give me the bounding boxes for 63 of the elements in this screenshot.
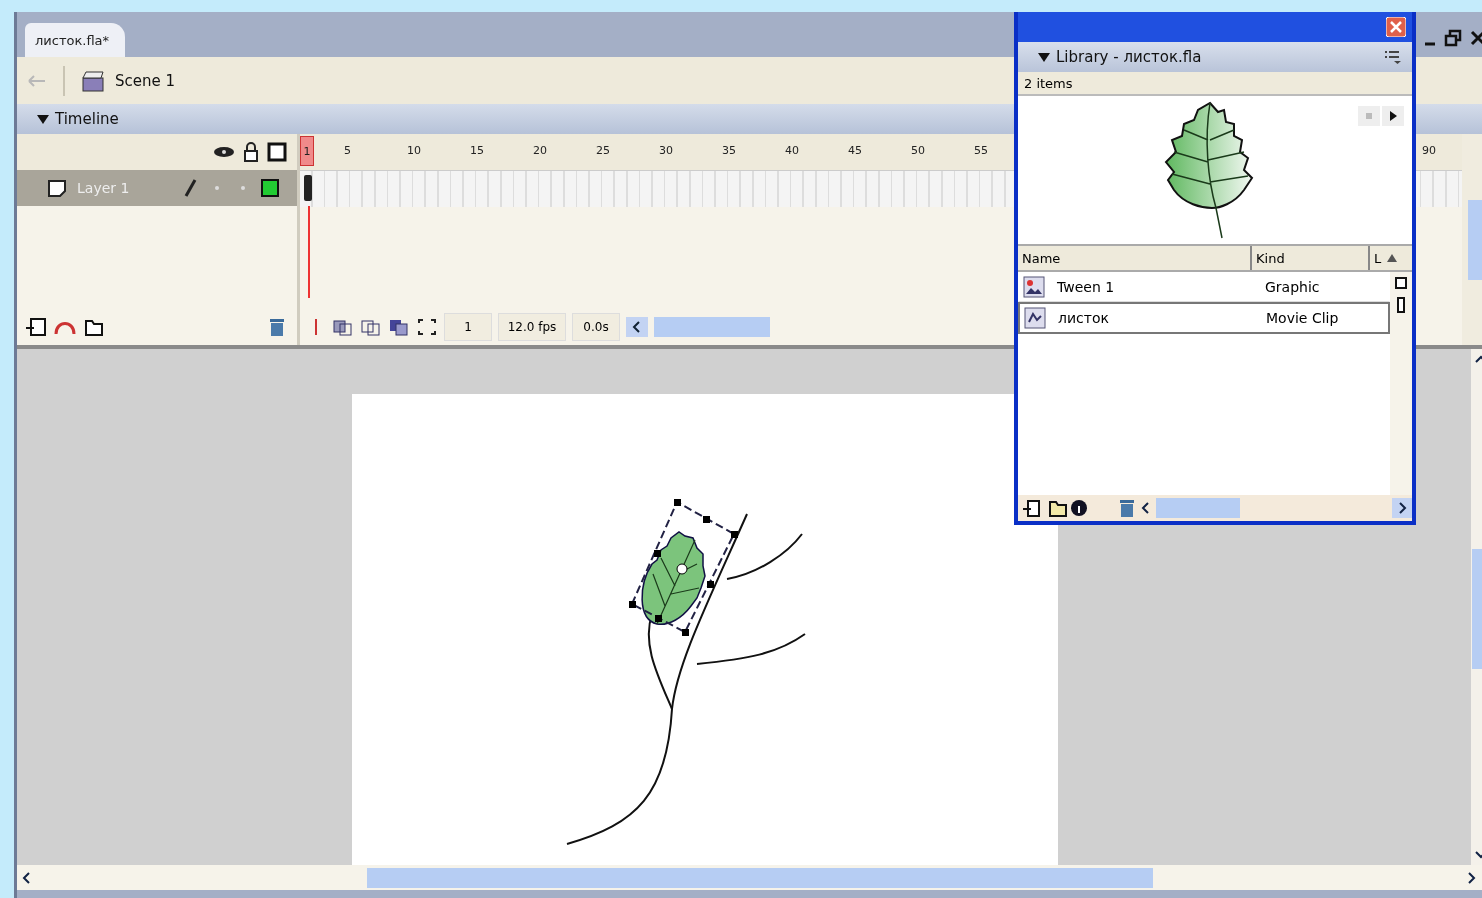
item-kind: Movie Clip bbox=[1266, 310, 1339, 326]
layer-outline-color[interactable] bbox=[261, 179, 279, 197]
document-tab[interactable]: листок.fla* bbox=[25, 23, 126, 57]
item-name: Tween 1 bbox=[1057, 279, 1116, 295]
scene-label[interactable]: Scene 1 bbox=[115, 71, 176, 90]
frame-number: 10 bbox=[407, 144, 421, 157]
outline-square-icon[interactable] bbox=[267, 142, 287, 162]
layer-page-icon bbox=[47, 179, 67, 197]
clapperboard-icon bbox=[81, 69, 105, 92]
scroll-right-icon[interactable] bbox=[1392, 498, 1412, 518]
trash-icon[interactable] bbox=[1118, 498, 1136, 518]
scrollbar-thumb[interactable] bbox=[1467, 199, 1482, 280]
elapsed-time: 0.0s bbox=[572, 313, 620, 341]
restore-icon[interactable] bbox=[1444, 29, 1462, 47]
scrollbar-thumb[interactable] bbox=[367, 867, 1153, 888]
lock-icon[interactable] bbox=[243, 142, 259, 162]
lock-dot-icon[interactable] bbox=[241, 186, 245, 190]
close-icon[interactable] bbox=[1470, 30, 1482, 46]
movie-clip-symbol-icon bbox=[1024, 307, 1046, 329]
sort-arrow-icon[interactable] bbox=[1386, 252, 1398, 264]
frame-number: 35 bbox=[722, 144, 736, 157]
frame-number: 1 bbox=[300, 136, 314, 166]
trash-icon[interactable] bbox=[267, 316, 287, 338]
current-frame: 1 bbox=[444, 313, 492, 341]
scrollbar-thumb[interactable] bbox=[1156, 498, 1240, 518]
library-item[interactable]: Tween 1 Graphic bbox=[1018, 272, 1390, 302]
frame-number: 55 bbox=[974, 144, 988, 157]
graphic-symbol-icon bbox=[1023, 276, 1045, 298]
onion-skin-icon[interactable] bbox=[332, 317, 354, 337]
frame-number: 5 bbox=[344, 144, 351, 157]
collapse-triangle-icon[interactable] bbox=[1038, 52, 1050, 62]
column-header[interactable]: Name bbox=[1018, 246, 1252, 270]
collapse-triangle-icon[interactable] bbox=[37, 114, 49, 124]
frame-number: 20 bbox=[533, 144, 547, 157]
visibility-dot-icon[interactable] bbox=[215, 186, 219, 190]
frame-number: 90 bbox=[1422, 144, 1436, 159]
frame-number: 45 bbox=[848, 144, 862, 157]
pencil-icon bbox=[183, 178, 199, 198]
add-layer-icon[interactable] bbox=[25, 316, 49, 338]
timeline-title[interactable]: Timeline bbox=[55, 110, 119, 128]
column-header[interactable]: Kind bbox=[1252, 246, 1370, 270]
frame-number: 40 bbox=[785, 144, 799, 157]
new-symbol-icon[interactable] bbox=[1022, 498, 1042, 518]
item-name: листок bbox=[1058, 310, 1110, 326]
play-icon[interactable] bbox=[1382, 106, 1404, 126]
eye-icon[interactable] bbox=[213, 145, 235, 159]
frame-number: 25 bbox=[596, 144, 610, 157]
item-kind: Graphic bbox=[1265, 279, 1320, 295]
library-item[interactable]: листок Movie Clip bbox=[1018, 302, 1390, 334]
frame-number: 15 bbox=[470, 144, 484, 157]
layer-name: Layer 1 bbox=[77, 180, 131, 196]
onion-outline-icon[interactable] bbox=[360, 317, 382, 337]
column-header[interactable]: L bbox=[1370, 246, 1386, 270]
frame-number: 30 bbox=[659, 144, 673, 157]
frame-number: 50 bbox=[911, 144, 925, 157]
scroll-left-icon[interactable] bbox=[626, 317, 648, 337]
item-count: 2 items bbox=[1018, 72, 1412, 96]
scrollbar-thumb[interactable] bbox=[654, 317, 770, 337]
edit-frames-icon[interactable] bbox=[388, 317, 410, 337]
options-menu-icon[interactable] bbox=[1384, 49, 1402, 65]
info-icon[interactable] bbox=[1070, 499, 1088, 517]
onion-markers-icon[interactable] bbox=[416, 317, 438, 337]
frame-rate[interactable]: 12.0 fps bbox=[498, 313, 566, 341]
